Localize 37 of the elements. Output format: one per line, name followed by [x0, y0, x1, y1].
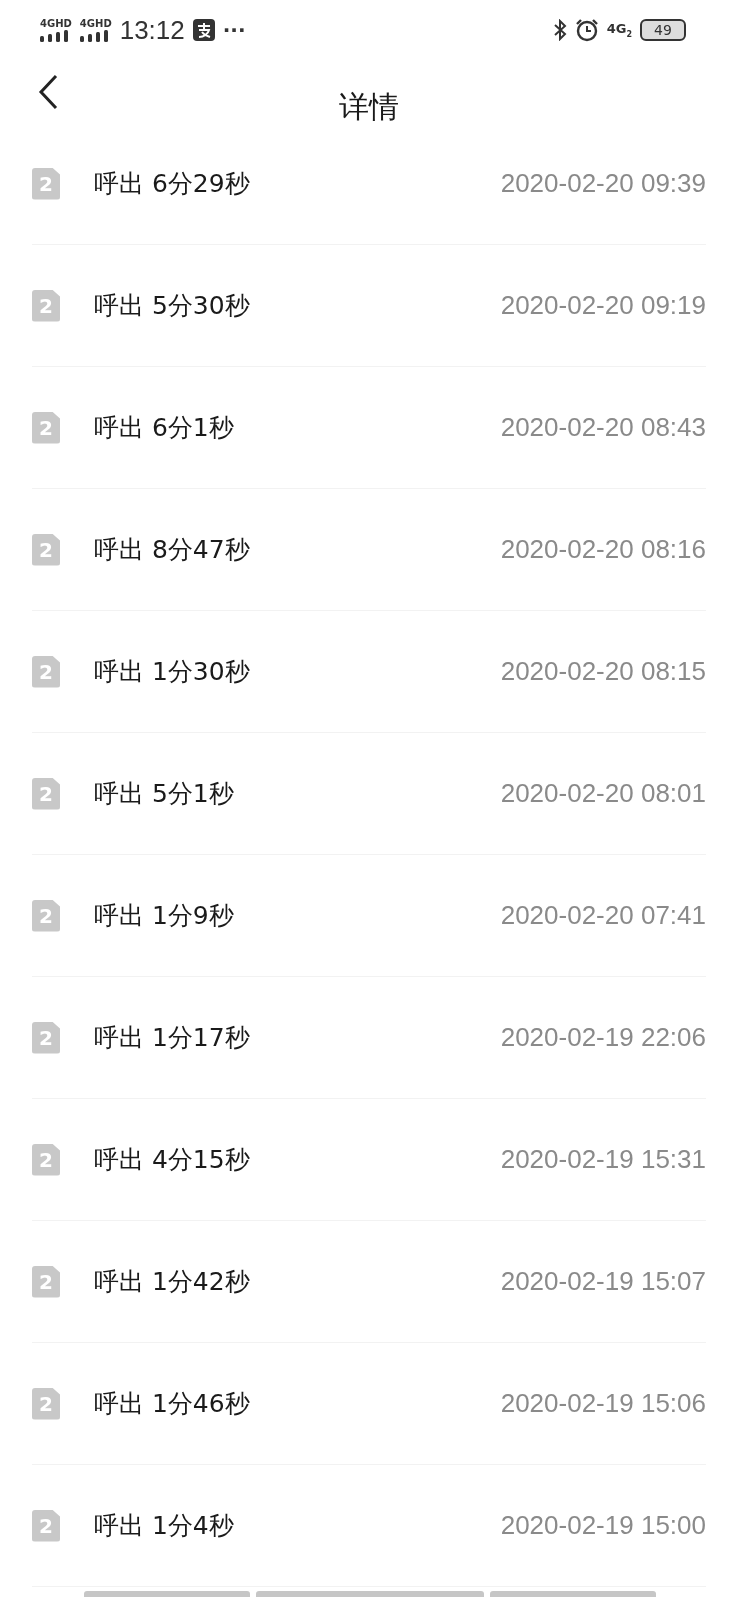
call-description: 呼出 6分29秒 [94, 168, 250, 200]
network-label: 4G$_{2}$ [606, 21, 632, 39]
call-description: 呼出 1分46秒 [94, 1388, 250, 1420]
signal-icon [40, 29, 68, 42]
call-datetime: 2020-02-20 09:19 [500, 290, 706, 321]
call-description: 呼出 5分30秒 [94, 290, 250, 322]
call-description: 呼出 1分17秒 [94, 1022, 250, 1054]
call-description: 呼出 6分1秒 [94, 412, 234, 444]
call-description: 呼出 1分4秒 [94, 1510, 234, 1542]
call-datetime: 2020-02-19 15:06 [500, 1388, 706, 1419]
call-datetime: 2020-02-19 15:31 [500, 1144, 706, 1175]
clock-time: 13:12 [119, 14, 185, 46]
call-description: 呼出 8分47秒 [94, 534, 250, 566]
network-label: 4GHD [40, 18, 72, 29]
call-description: 呼出 5分1秒 [94, 778, 234, 810]
call-description: 呼出 1分9秒 [94, 900, 234, 932]
call-description: 呼出 1分42秒 [94, 1266, 250, 1298]
back-button[interactable] [36, 72, 60, 112]
call-datetime: 2020-02-19 15:00 [500, 1510, 706, 1541]
network-label: 4GHD [79, 18, 112, 29]
call-datetime: 2020-02-19 15:07 [500, 1266, 706, 1297]
bluetooth-icon [552, 19, 567, 41]
signal-icon [79, 29, 108, 42]
call-datetime: 2020-02-20 09:39 [500, 168, 706, 199]
alarm-clock-icon [574, 18, 599, 42]
more-notifications: ··· [222, 18, 246, 42]
page-title: 详情 [339, 88, 399, 125]
call-datetime: 2020-02-20 07:41 [500, 900, 706, 931]
call-datetime: 2020-02-20 08:16 [500, 534, 706, 565]
call-datetime: 2020-02-20 08:15 [500, 656, 706, 687]
call-description: 呼出 4分15秒 [94, 1144, 250, 1176]
call-description: 呼出 1分30秒 [94, 656, 250, 688]
payment-app-icon [192, 19, 215, 41]
battery-indicator: 49 [640, 19, 686, 41]
call-datetime: 2020-02-20 08:01 [500, 778, 706, 809]
call-datetime: 2020-02-19 22:06 [500, 1022, 706, 1053]
call-datetime: 2020-02-20 08:43 [500, 412, 706, 443]
